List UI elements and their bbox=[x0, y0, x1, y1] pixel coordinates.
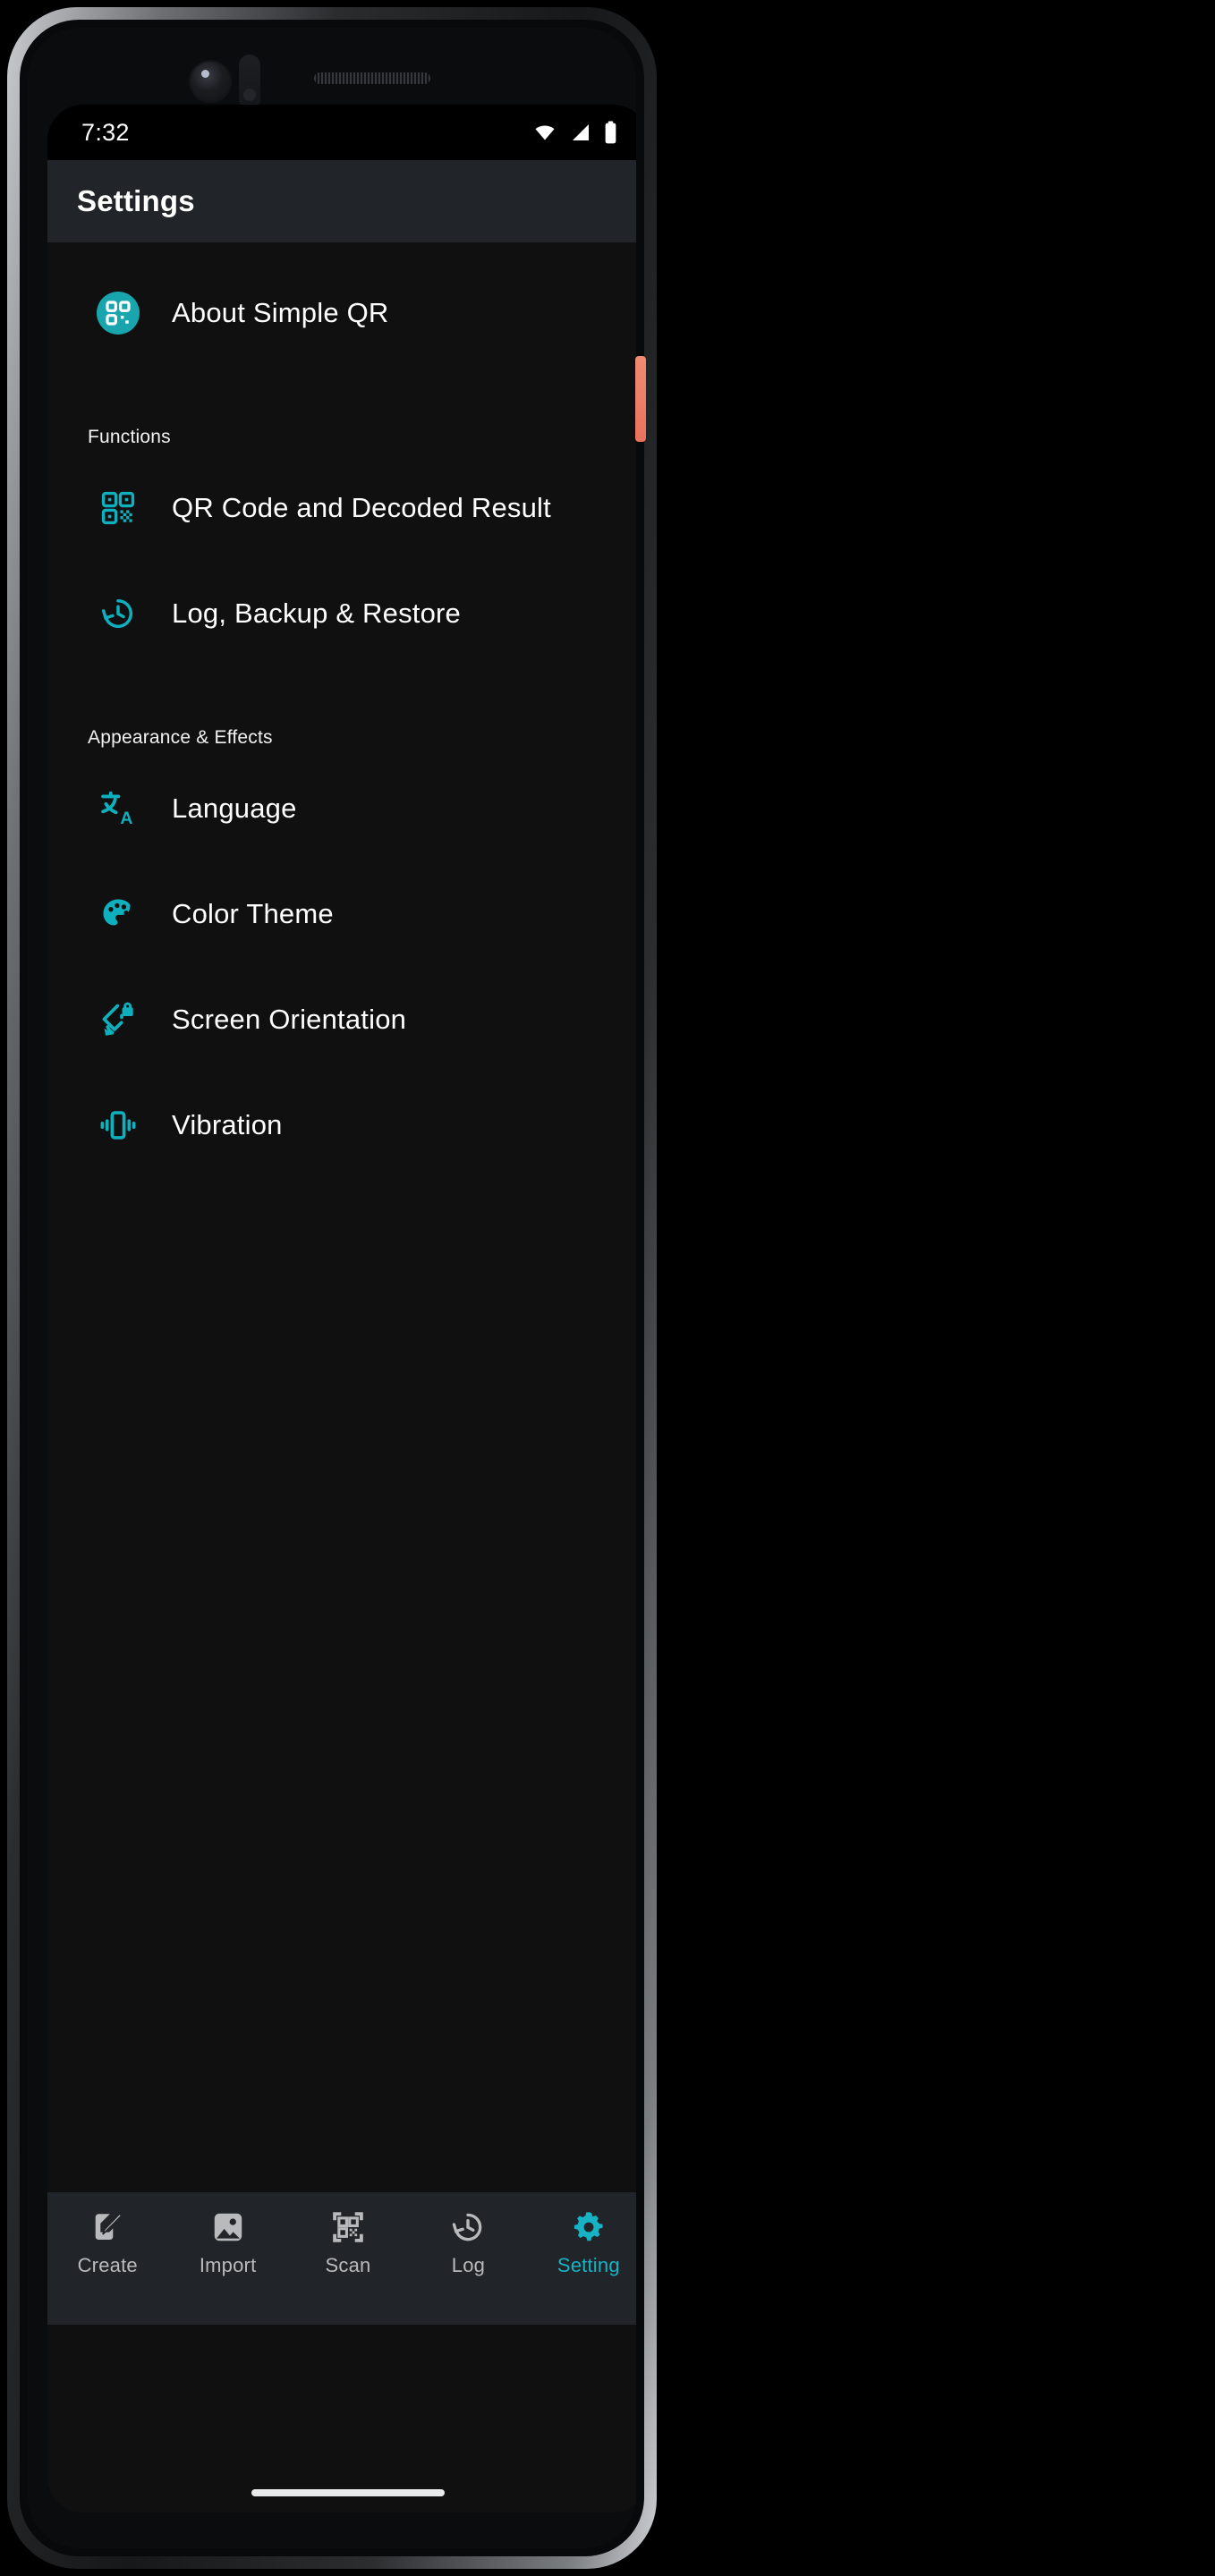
translate-icon-wrap: A bbox=[83, 789, 153, 828]
section-header-functions: Functions bbox=[88, 427, 171, 447]
settings-item-log-backup-restore[interactable]: Log, Backup & Restore bbox=[47, 561, 636, 666]
settings-list[interactable]: About Simple QR Functions QR Code and De… bbox=[47, 242, 636, 2192]
settings-item-label: QR Code and Decoded Result bbox=[172, 492, 551, 523]
earpiece-speaker-icon bbox=[314, 72, 430, 84]
settings-item-label: Screen Orientation bbox=[172, 1004, 407, 1035]
settings-item-qr-code-and-decoded-result[interactable]: QR Code and Decoded Result bbox=[47, 455, 636, 561]
phone-frame: 7:32 Settings About Simple QR Functions … bbox=[7, 7, 657, 2569]
status-bar: 7:32 bbox=[47, 105, 636, 160]
nav-tab-scan[interactable]: Scan bbox=[288, 2208, 408, 2277]
phone-screen: 7:32 Settings About Simple QR Functions … bbox=[47, 105, 636, 2512]
nav-tab-label: Import bbox=[199, 2254, 257, 2276]
settings-item-about[interactable]: About Simple QR bbox=[47, 260, 636, 366]
cellular-signal-icon bbox=[573, 124, 589, 140]
front-camera-icon bbox=[191, 62, 230, 101]
wifi-icon bbox=[535, 125, 555, 140]
nav-tab-import[interactable]: Import bbox=[167, 2208, 287, 2277]
screen-rotation-lock-icon bbox=[102, 1002, 133, 1036]
settings-item-language[interactable]: A Language bbox=[47, 756, 636, 861]
settings-item-vibration[interactable]: Vibration bbox=[47, 1072, 636, 1178]
nav-tab-setting[interactable]: Setting bbox=[529, 2208, 636, 2277]
simple-qr-app-icon bbox=[97, 292, 140, 335]
settings-item-label: About Simple QR bbox=[172, 297, 389, 328]
settings-item-label: Language bbox=[172, 792, 297, 824]
palette-icon-wrap bbox=[83, 894, 153, 934]
qr-code-icon-wrap bbox=[83, 489, 153, 527]
app-bar: Settings bbox=[47, 160, 636, 242]
phone-bezel: 7:32 Settings About Simple QR Functions … bbox=[20, 20, 646, 2556]
svg-text:A: A bbox=[120, 809, 132, 828]
status-bar-icons bbox=[531, 121, 618, 144]
history-clock-icon bbox=[101, 598, 132, 629]
history-log-icon bbox=[453, 2213, 482, 2241]
settings-item-label: Color Theme bbox=[172, 898, 334, 929]
qr-scan-icon bbox=[333, 2212, 363, 2242]
page-title: Settings bbox=[77, 184, 195, 217]
volume-button[interactable] bbox=[635, 356, 646, 442]
screenshot-root: 7:32 Settings About Simple QR Functions … bbox=[0, 0, 1215, 2576]
nav-tab-create[interactable]: Create bbox=[47, 2208, 167, 2277]
nav-tab-log[interactable]: Log bbox=[408, 2208, 528, 2277]
status-bar-clock: 7:32 bbox=[81, 118, 130, 146]
nav-tab-label: Create bbox=[77, 2254, 138, 2276]
history-clock-icon-wrap bbox=[83, 594, 153, 633]
nav-tab-label: Scan bbox=[325, 2254, 371, 2276]
gesture-navigation-bar[interactable] bbox=[251, 2489, 445, 2496]
vibration-icon bbox=[100, 1111, 136, 1140]
nav-tab-label: Setting bbox=[557, 2254, 620, 2276]
settings-item-color-theme[interactable]: Color Theme bbox=[47, 861, 636, 967]
translate-icon: A bbox=[101, 791, 132, 828]
gear-icon bbox=[574, 2211, 603, 2241]
screen-rotation-lock-icon-wrap bbox=[83, 1000, 153, 1039]
settings-item-label: Log, Backup & Restore bbox=[172, 597, 461, 629]
section-header-appearance-effects: Appearance & Effects bbox=[88, 727, 273, 748]
palette-icon bbox=[103, 899, 131, 926]
image-import-icon bbox=[214, 2213, 242, 2241]
bottom-navigation-bar: Create Import Scan Log Setting bbox=[47, 2192, 636, 2325]
phone-body: 7:32 Settings About Simple QR Functions … bbox=[28, 28, 636, 2548]
simple-qr-app-icon-wrap bbox=[83, 292, 153, 335]
vibration-icon-wrap bbox=[83, 1106, 153, 1145]
nav-tab-label: Log bbox=[451, 2254, 486, 2276]
create-pencil-icon bbox=[95, 2212, 123, 2240]
qr-code-icon bbox=[101, 491, 135, 525]
battery-icon bbox=[605, 121, 616, 144]
sensor-icon bbox=[239, 55, 260, 110]
settings-item-label: Vibration bbox=[172, 1109, 283, 1140]
settings-item-screen-orientation[interactable]: Screen Orientation bbox=[47, 967, 636, 1072]
